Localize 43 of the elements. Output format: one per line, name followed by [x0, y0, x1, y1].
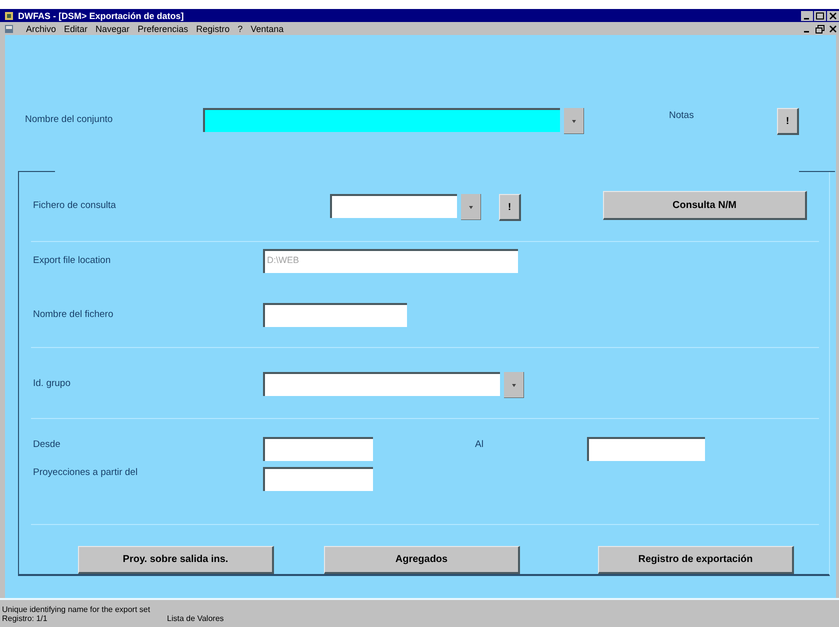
input-field[interactable] [263, 437, 373, 461]
action-button[interactable]: Agregados [324, 546, 520, 574]
action-button[interactable]: Proy. sobre salida ins. [78, 546, 274, 574]
field-label: Notas [669, 109, 695, 121]
input-field[interactable] [330, 194, 457, 218]
menu-item[interactable]: ? [238, 24, 243, 34]
menu-item[interactable]: Ventana [250, 24, 284, 34]
status-mode: Lista de Valores [167, 614, 224, 622]
menu-item[interactable]: Registro [196, 24, 230, 34]
field-label: Export file location [33, 254, 112, 266]
menu-item[interactable]: Navegar [96, 24, 130, 34]
input-field[interactable] [263, 467, 373, 491]
document-icon [4, 24, 14, 34]
field-label: Al [475, 438, 484, 450]
field-label: Id. grupo [33, 377, 72, 389]
field-label: Desde [33, 438, 62, 450]
input-field[interactable] [203, 108, 560, 132]
close-icon[interactable] [827, 10, 839, 20]
dropdown-button[interactable] [564, 108, 584, 134]
notes-button[interactable]: ! [777, 108, 799, 135]
query-nm-button[interactable]: Consulta N/M [603, 191, 807, 220]
menu-item[interactable]: Archivo [26, 24, 56, 34]
menu-item[interactable]: Editar [64, 24, 88, 34]
app-icon [4, 10, 14, 20]
close-icon[interactable] [827, 24, 839, 34]
input-field[interactable] [587, 437, 705, 461]
status-message: Unique identifying name for the export set [2, 604, 152, 614]
minimize-icon[interactable] [801, 10, 813, 20]
dropdown-button[interactable] [504, 372, 524, 398]
maximize-icon[interactable] [814, 10, 826, 20]
action-button[interactable]: Registro de exportación [598, 546, 794, 574]
field-label: Fichero de consulta [33, 199, 117, 211]
menu-item[interactable]: Preferencias [138, 24, 188, 34]
query-button[interactable]: ! [499, 194, 521, 221]
input-field[interactable] [263, 303, 407, 327]
record-count: Registro: 1/1 [2, 614, 48, 622]
input-field[interactable] [263, 372, 500, 396]
window-title: DWFAS - [DSM> Exportación de datos] [18, 10, 184, 20]
field-label: Nombre del fichero [33, 308, 114, 320]
field-label: Nombre del conjunto [25, 113, 114, 125]
field-label: Proyecciones a partir del [33, 467, 139, 478]
restore-icon[interactable] [814, 24, 826, 34]
dropdown-button[interactable] [461, 194, 481, 220]
